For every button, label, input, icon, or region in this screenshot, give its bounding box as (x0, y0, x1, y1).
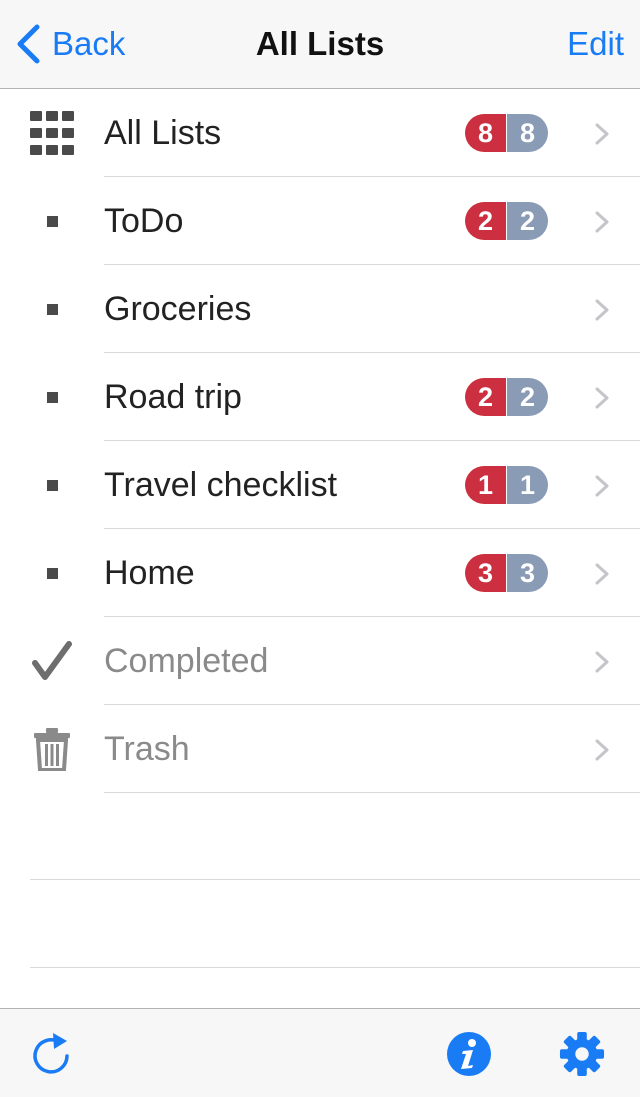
grid-icon (28, 89, 76, 177)
list-row-trash[interactable]: Trash (0, 705, 640, 793)
count-badge: 3 3 (465, 554, 548, 592)
gear-icon (559, 1031, 605, 1077)
trash-icon (28, 705, 76, 793)
list-label: Home (104, 554, 195, 592)
chevron-right-icon (595, 475, 609, 497)
badge-gray: 3 (507, 554, 548, 592)
list-row-road-trip[interactable]: Road trip 2 2 (0, 353, 640, 441)
bullet-icon (28, 177, 76, 265)
chevron-right-icon (595, 739, 609, 761)
settings-button[interactable] (559, 1031, 605, 1077)
list-label: Road trip (104, 378, 242, 416)
list-row-all-lists[interactable]: All Lists 8 8 (0, 89, 640, 177)
badge-red: 3 (465, 554, 506, 592)
lists-table: All Lists 8 8 ToDo 2 2 Groceries Road tr… (0, 89, 640, 793)
badge-gray: 2 (507, 202, 548, 240)
badge-red: 2 (465, 202, 506, 240)
list-row-todo[interactable]: ToDo 2 2 (0, 177, 640, 265)
chevron-right-icon (595, 563, 609, 585)
back-button[interactable]: Back (16, 22, 125, 66)
bottom-toolbar (0, 1008, 640, 1097)
badge-red: 1 (465, 466, 506, 504)
refresh-button[interactable] (28, 1031, 74, 1077)
divider (30, 967, 640, 968)
chevron-right-icon (595, 299, 609, 321)
chevron-right-icon (595, 123, 609, 145)
refresh-icon (33, 1033, 69, 1074)
list-label: Trash (104, 730, 190, 768)
badge-gray: 8 (507, 114, 548, 152)
list-row-travel-checklist[interactable]: Travel checklist 1 1 (0, 441, 640, 529)
count-badge: 8 8 (465, 114, 548, 152)
bullet-icon (28, 529, 76, 617)
list-label: All Lists (104, 114, 222, 152)
list-row-completed[interactable]: Completed (0, 617, 640, 705)
chevron-right-icon (595, 211, 609, 233)
list-label: ToDo (104, 202, 184, 240)
divider (30, 879, 640, 880)
edit-button[interactable]: Edit (567, 22, 624, 66)
list-label: Travel checklist (104, 466, 338, 504)
navigation-bar: Back All Lists Edit (0, 0, 640, 89)
badge-red: 2 (465, 378, 506, 416)
badge-red: 8 (465, 114, 506, 152)
back-label: Back (52, 25, 126, 62)
list-label: Groceries (104, 290, 252, 328)
bullet-icon (28, 441, 76, 529)
badge-gray: 2 (507, 378, 548, 416)
count-badge: 2 2 (465, 378, 548, 416)
bullet-icon (28, 265, 76, 353)
bullet-icon (28, 353, 76, 441)
chevron-right-icon (595, 651, 609, 673)
count-badge: 2 2 (465, 202, 548, 240)
list-row-groceries[interactable]: Groceries (0, 265, 640, 353)
chevron-left-icon (17, 24, 40, 64)
checkmark-icon (28, 617, 76, 705)
info-icon (447, 1032, 491, 1076)
info-button[interactable] (446, 1031, 492, 1077)
count-badge: 1 1 (465, 466, 548, 504)
chevron-right-icon (595, 387, 609, 409)
badge-gray: 1 (507, 466, 548, 504)
list-row-home[interactable]: Home 3 3 (0, 529, 640, 617)
list-label: Completed (104, 642, 269, 680)
